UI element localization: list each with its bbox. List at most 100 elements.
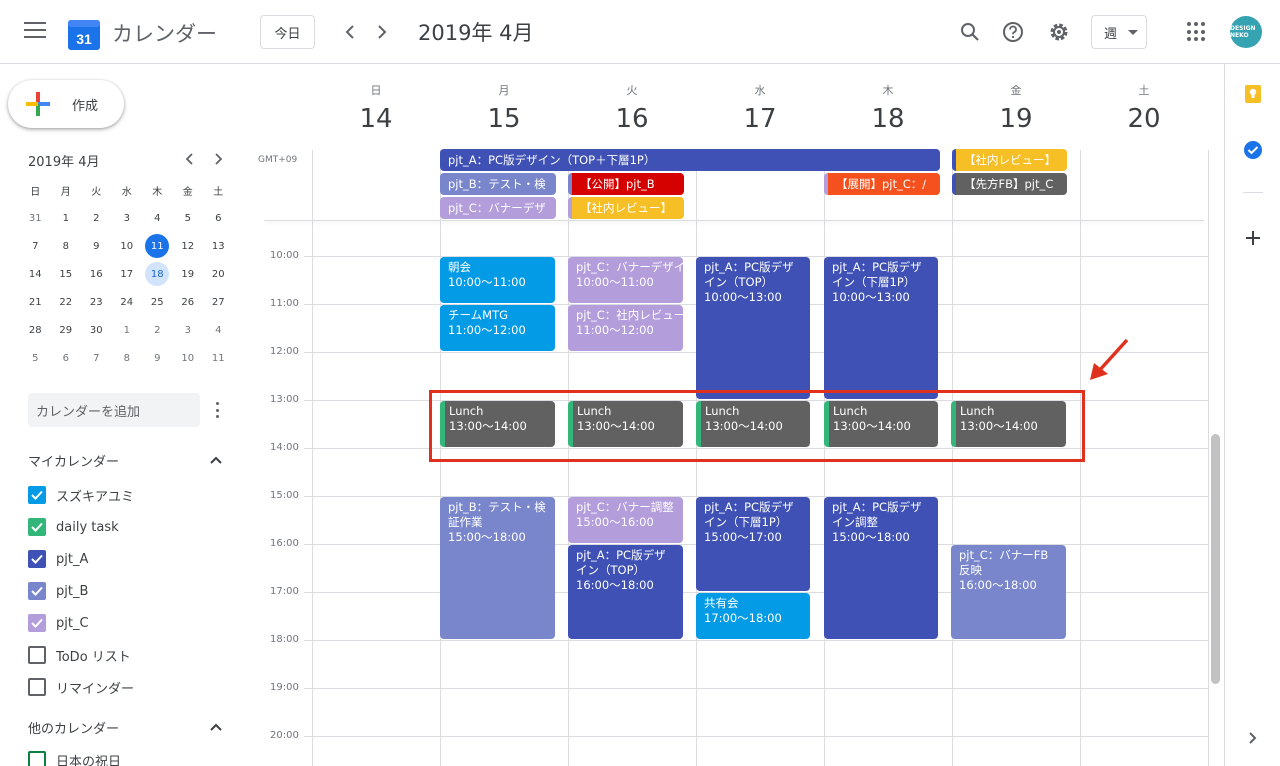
calendar-checkbox[interactable]	[28, 518, 46, 536]
calendar-checkbox[interactable]	[28, 582, 46, 600]
mini-day[interactable]: 4	[142, 204, 173, 232]
main-menu-icon[interactable]	[24, 22, 46, 40]
mini-day[interactable]: 9	[81, 232, 112, 260]
mini-day[interactable]: 3	[112, 204, 143, 232]
calendar-checkbox[interactable]	[28, 486, 46, 504]
mini-day[interactable]: 11	[203, 344, 234, 372]
mini-day[interactable]: 18	[142, 260, 173, 288]
mini-day[interactable]: 1	[112, 316, 143, 344]
more-options-icon[interactable]	[214, 402, 220, 418]
calendar-item[interactable]: 日本の祝日	[28, 750, 121, 766]
day-header[interactable]: 金 19	[952, 64, 1080, 134]
mini-day[interactable]: 26	[173, 288, 204, 316]
calendar-item[interactable]: pjt_B	[28, 581, 88, 601]
tasks-icon[interactable]	[1243, 140, 1263, 160]
mini-day[interactable]: 2	[81, 204, 112, 232]
mini-day[interactable]: 16	[81, 260, 112, 288]
event-card[interactable]: pjt_C：バナー調整 15:00〜16:00	[568, 497, 683, 543]
keep-icon[interactable]	[1243, 84, 1263, 104]
mini-next-month-button[interactable]	[210, 150, 228, 168]
mini-day[interactable]: 3	[173, 316, 204, 344]
view-selector[interactable]: 週	[1091, 15, 1147, 49]
mini-prev-month-button[interactable]	[180, 150, 198, 168]
account-avatar[interactable]: DESIGN NEKO	[1230, 16, 1262, 48]
event-card[interactable]: 共有会 17:00〜18:00	[696, 593, 810, 639]
chevron-up-icon[interactable]	[208, 452, 224, 468]
chevron-right-icon[interactable]	[1243, 728, 1263, 748]
mini-day[interactable]: 15	[51, 260, 82, 288]
allday-event[interactable]: pjt_C：バナーデザ	[440, 197, 556, 219]
mini-day[interactable]: 5	[173, 204, 204, 232]
allday-event[interactable]: 【社内レビュー】	[952, 149, 1067, 171]
event-card[interactable]: 朝会 10:00〜11:00	[440, 257, 555, 303]
calendar-checkbox[interactable]	[28, 678, 46, 696]
allday-event[interactable]: pjt_A：PC版デザイン（TOP＋下層1P）	[440, 149, 940, 171]
day-header[interactable]: 月 15	[440, 64, 568, 134]
calendar-item[interactable]: pjt_C	[28, 613, 89, 633]
mini-day[interactable]: 8	[51, 232, 82, 260]
event-card[interactable]: pjt_A：PC版デザイン（下層1P） 10:00〜13:00	[824, 257, 938, 399]
event-card[interactable]: pjt_A：PC版デザイン調整 15:00〜18:00	[824, 497, 938, 639]
event-card[interactable]: pjt_A：PC版デザイン（TOP） 16:00〜18:00	[568, 545, 683, 639]
chevron-up-icon[interactable]	[208, 719, 224, 735]
mini-day[interactable]: 14	[20, 260, 51, 288]
calendar-checkbox[interactable]	[28, 751, 46, 766]
event-card[interactable]: pjt_C：社内レビュー 11:00〜12:00	[568, 305, 683, 351]
event-card[interactable]: pjt_B：テスト・検証作業 15:00〜18:00	[440, 497, 555, 639]
allday-event[interactable]: 【社内レビュー】	[568, 197, 684, 219]
allday-event[interactable]: pjt_B：テスト・検	[440, 173, 556, 195]
event-card[interactable]: pjt_A：PC版デザイン（TOP） 10:00〜13:00	[696, 257, 810, 399]
search-button[interactable]	[956, 18, 984, 46]
calendar-item[interactable]: リマインダー	[28, 677, 134, 697]
day-header[interactable]: 土 20	[1080, 64, 1208, 134]
add-addon-icon[interactable]	[1243, 228, 1263, 248]
other-calendars-title[interactable]: 他のカレンダー	[28, 718, 119, 737]
calendar-logo-icon[interactable]: 31	[68, 16, 100, 50]
mini-day[interactable]: 13	[203, 232, 234, 260]
mini-day[interactable]: 7	[20, 232, 51, 260]
mini-day[interactable]: 2	[142, 316, 173, 344]
event-card[interactable]: pjt_C：バナーFB反映 16:00〜18:00	[951, 545, 1066, 639]
mini-day[interactable]: 19	[173, 260, 204, 288]
event-card[interactable]: pjt_C：バナーデザイ 10:00〜11:00	[568, 257, 683, 303]
calendar-checkbox[interactable]	[28, 646, 46, 664]
mini-day[interactable]: 27	[203, 288, 234, 316]
day-header[interactable]: 水 17	[696, 64, 824, 134]
mini-day[interactable]: 20	[203, 260, 234, 288]
allday-event[interactable]: 【先方FB】pjt_C	[952, 173, 1067, 195]
mini-day[interactable]: 21	[20, 288, 51, 316]
mini-day[interactable]: 22	[51, 288, 82, 316]
settings-button[interactable]	[1045, 18, 1073, 46]
mini-day[interactable]: 29	[51, 316, 82, 344]
calendar-checkbox[interactable]	[28, 550, 46, 568]
calendar-item[interactable]: ToDo リスト	[28, 645, 131, 665]
mini-day[interactable]: 28	[20, 316, 51, 344]
mini-day[interactable]: 24	[112, 288, 143, 316]
my-calendars-title[interactable]: マイカレンダー	[28, 451, 119, 470]
create-button[interactable]: 作成	[8, 80, 124, 128]
mini-day[interactable]: 6	[203, 204, 234, 232]
calendar-item[interactable]: スズキアユミ	[28, 485, 134, 505]
mini-day[interactable]: 4	[203, 316, 234, 344]
calendar-item[interactable]: pjt_A	[28, 549, 88, 569]
allday-event[interactable]: 【公開】pjt_B	[568, 173, 684, 195]
day-header[interactable]: 木 18	[824, 64, 952, 134]
event-card[interactable]: pjt_A：PC版デザイン（下層1P） 15:00〜17:00	[696, 497, 810, 591]
mini-day[interactable]: 10	[173, 344, 204, 372]
mini-day[interactable]: 11	[142, 232, 173, 260]
google-apps-icon[interactable]	[1187, 22, 1207, 42]
calendar-checkbox[interactable]	[28, 614, 46, 632]
mini-day[interactable]: 23	[81, 288, 112, 316]
grid-scrollbar[interactable]	[1211, 434, 1220, 684]
mini-day[interactable]: 5	[20, 344, 51, 372]
day-header[interactable]: 火 16	[568, 64, 696, 134]
mini-day[interactable]: 9	[142, 344, 173, 372]
mini-day[interactable]: 6	[51, 344, 82, 372]
mini-day[interactable]: 7	[81, 344, 112, 372]
calendar-item[interactable]: daily task	[28, 517, 119, 537]
help-button[interactable]	[999, 18, 1027, 46]
mini-day[interactable]: 1	[51, 204, 82, 232]
mini-day[interactable]: 30	[81, 316, 112, 344]
allday-event[interactable]: 【展開】pjt_C：/	[824, 173, 940, 195]
day-header[interactable]: 日 14	[312, 64, 440, 134]
